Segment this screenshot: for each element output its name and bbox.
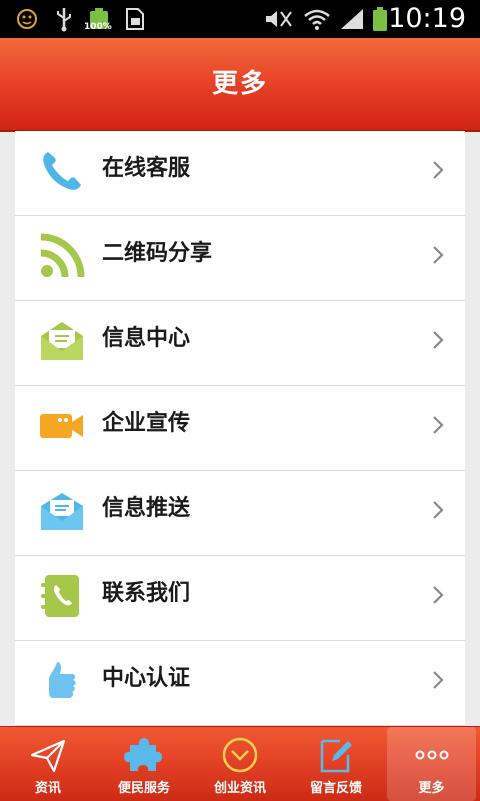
menu-item-label: 在线客服 [102,156,191,181]
envelope-open-icon [39,318,85,364]
phone-icon [39,148,85,194]
more-menu-list: 在线客服 二维码分享 信息中心 企业宣传 信息推送 联系我们 中心认证 [15,131,465,726]
contact-book-icon [39,573,85,619]
paper-plane-icon [28,735,68,775]
edit-icon [316,735,356,775]
battery-percent: 100% [84,22,112,32]
app-header: 更多 [0,38,480,132]
rss-icon [39,233,85,279]
tab-label: 留言反馈 [309,781,362,796]
status-bar: 100% 10:19 [0,0,480,38]
tab-startup-news[interactable]: 创业资讯 [192,727,288,801]
menu-item-company-promo[interactable]: 企业宣传 [15,386,465,471]
bottom-tab-bar: 资讯 便民服务 创业资讯 留言反馈 更多 [0,726,480,801]
page-title: 更多 [211,69,268,99]
menu-item-label: 联系我们 [102,581,191,606]
compass-icon [220,735,260,775]
mute-icon [262,6,294,32]
chevron-right-icon [431,414,445,436]
menu-item-online-service[interactable]: 在线客服 [15,131,465,216]
chevron-right-icon [431,584,445,606]
sim-icon [122,6,148,32]
menu-item-info-center[interactable]: 信息中心 [15,301,465,386]
menu-item-center-certification[interactable]: 中心认证 [15,641,465,726]
chevron-right-icon [431,499,445,521]
clock: 10:19 [388,3,466,34]
menu-item-qr-share[interactable]: 二维码分享 [15,216,465,301]
signal-icon [338,6,366,32]
tab-label: 便民服务 [117,781,170,796]
puzzle-icon [124,735,164,775]
menu-item-contact-us[interactable]: 联系我们 [15,556,465,641]
chevron-right-icon [431,159,445,181]
video-camera-icon [39,403,85,449]
tab-label: 创业资讯 [213,781,266,796]
tab-more[interactable]: 更多 [387,727,476,801]
menu-item-label: 信息中心 [102,326,191,351]
chevron-right-icon [431,669,445,691]
wifi-icon [302,6,332,32]
tab-convenience-services[interactable]: 便民服务 [96,727,192,801]
menu-item-label: 中心认证 [102,666,191,691]
emoji-icon [14,6,40,32]
chevron-right-icon [431,244,445,266]
tab-label: 更多 [418,781,445,796]
envelope-icon [39,488,85,534]
tab-feedback[interactable]: 留言反馈 [288,727,384,801]
menu-item-label: 企业宣传 [102,411,191,436]
tab-label: 资讯 [34,781,61,796]
menu-item-info-push[interactable]: 信息推送 [15,471,465,556]
menu-item-label: 信息推送 [102,496,191,521]
battery-full-icon [370,6,390,32]
more-dots-icon [412,735,452,775]
menu-item-label: 二维码分享 [102,241,213,266]
thumbs-up-icon [39,658,85,704]
tab-news[interactable]: 资讯 [0,727,96,801]
usb-icon [52,6,76,32]
chevron-right-icon [431,329,445,351]
